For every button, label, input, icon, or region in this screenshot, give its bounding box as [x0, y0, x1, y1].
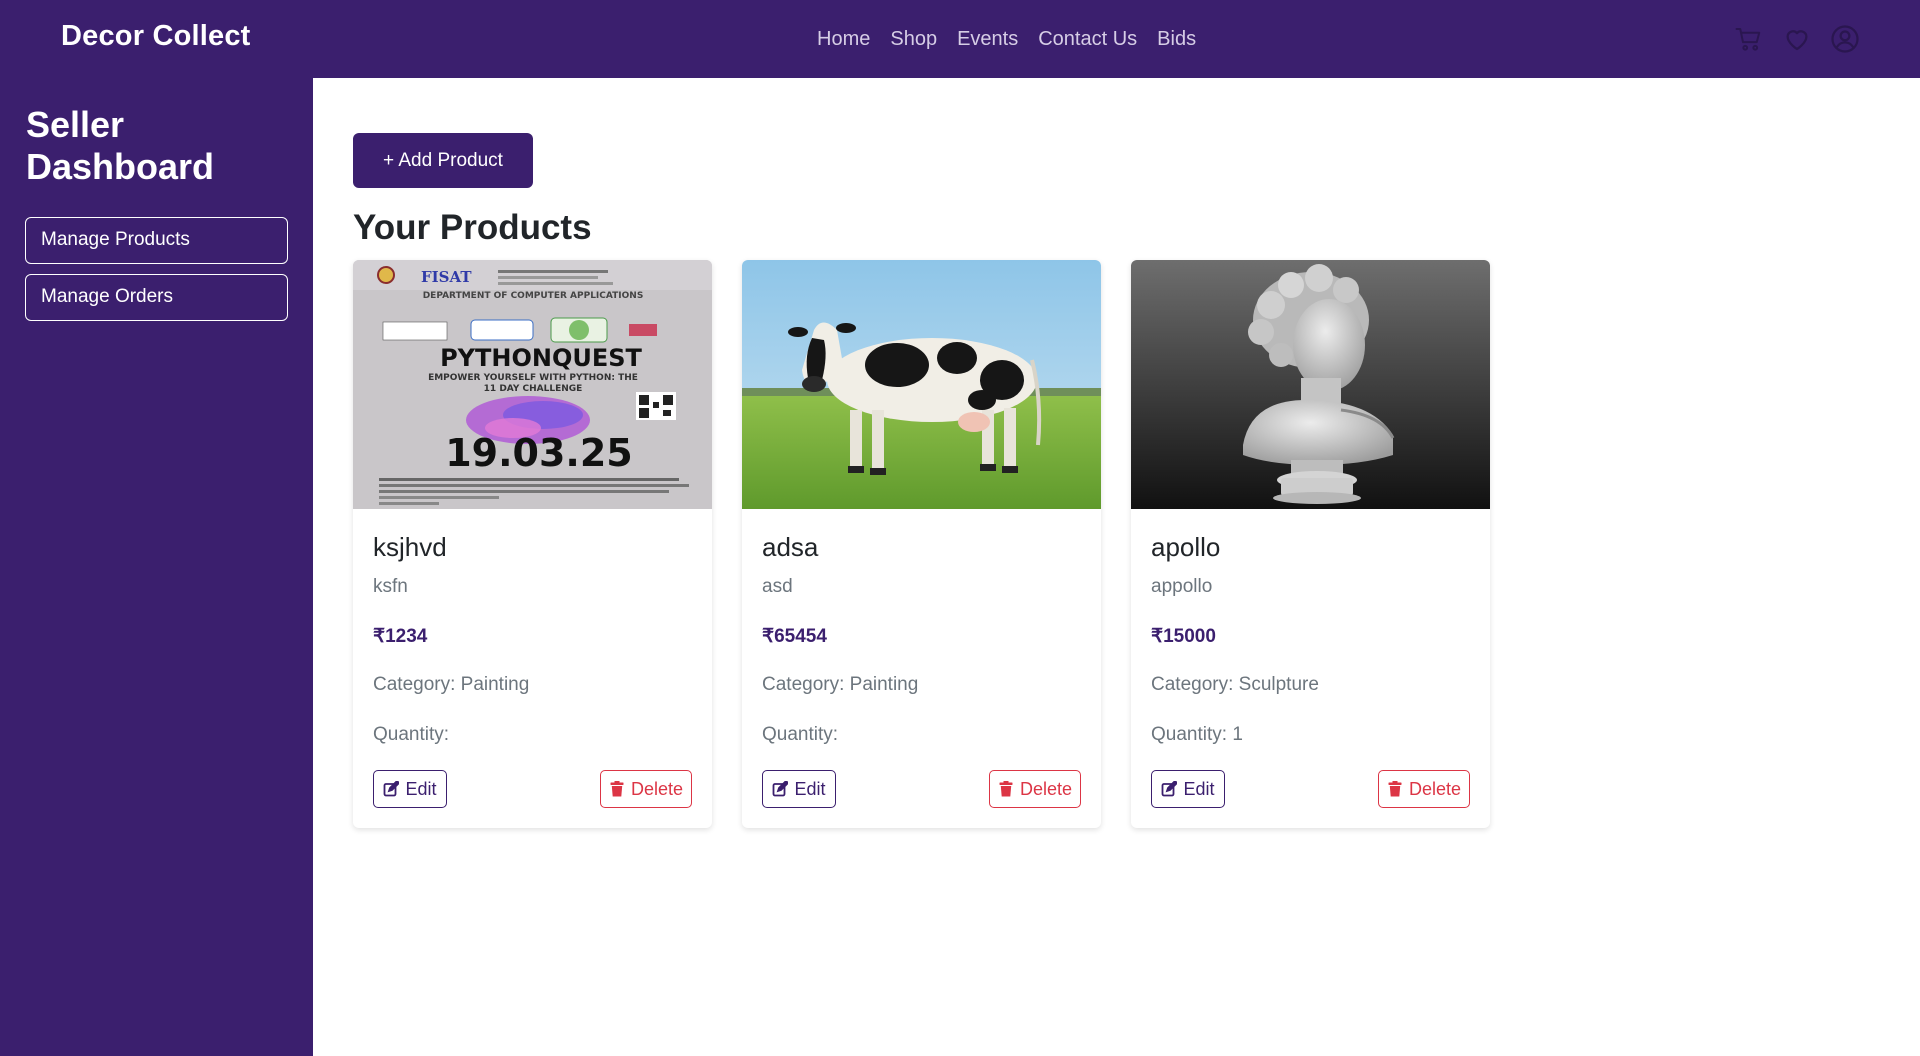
sidebar-item-manage-orders[interactable]: Manage Orders [25, 274, 288, 321]
product-card: apollo appollo ₹15000 Category: Sculptur… [1131, 260, 1490, 828]
edit-icon [1162, 781, 1178, 797]
product-quantity: Quantity: 1 [1151, 724, 1243, 745]
page-title: Your Products [353, 208, 592, 247]
delete-button[interactable]: Delete [989, 770, 1081, 808]
top-navbar: Decor Collect Home Shop Events Contact U… [0, 0, 1920, 78]
user-icon[interactable] [1830, 24, 1860, 54]
product-card: adsa asd ₹65454 Category: Painting Quant… [742, 260, 1101, 828]
product-price: ₹65454 [762, 626, 827, 647]
trash-icon [999, 781, 1013, 797]
poster-dept: DEPARTMENT OF COMPUTER APPLICATIONS [423, 291, 644, 301]
nav-events[interactable]: Events [957, 28, 1018, 51]
delete-button[interactable]: Delete [600, 770, 692, 808]
edit-button[interactable]: Edit [1151, 770, 1225, 808]
nav-shop[interactable]: Shop [890, 28, 937, 51]
add-product-button[interactable]: + Add Product [353, 133, 533, 188]
edit-icon [773, 781, 789, 797]
edit-button[interactable]: Edit [373, 770, 447, 808]
poster-org: FISAT [421, 268, 472, 286]
product-description: appollo [1151, 576, 1213, 597]
poster-subtitle: EMPOWER YOURSELF WITH PYTHON: THE [428, 373, 638, 383]
product-image-poster: FISAT DEPARTMENT OF COMPUTER APPLICATION… [353, 260, 712, 509]
heart-icon[interactable] [1782, 24, 1812, 54]
edit-label: Edit [794, 778, 826, 799]
delete-label: Delete [1019, 778, 1073, 799]
trash-icon [1388, 781, 1402, 797]
delete-label: Delete [630, 778, 684, 799]
product-quantity: Quantity: [373, 724, 450, 745]
product-description: ksfn [373, 576, 408, 597]
product-category: Category: Painting [373, 674, 530, 695]
nav-contact-us[interactable]: Contact Us [1038, 28, 1137, 51]
delete-label: Delete [1408, 778, 1462, 799]
sidebar: Seller Dashboard Manage Products Manage … [0, 78, 313, 1056]
product-image-bust [1131, 260, 1490, 509]
edit-label: Edit [405, 778, 437, 799]
poster-subtitle-2: 11 DAY CHALLENGE [484, 384, 583, 394]
nav-bids[interactable]: Bids [1157, 28, 1196, 51]
sidebar-title: Seller Dashboard [26, 104, 215, 187]
cart-icon[interactable] [1734, 24, 1764, 54]
edit-label: Edit [1183, 778, 1215, 799]
product-name: apollo [1151, 532, 1221, 562]
product-price: ₹1234 [373, 626, 428, 647]
product-image-cow [742, 260, 1101, 509]
product-category: Category: Painting [762, 674, 919, 695]
header-icons [1734, 24, 1860, 54]
product-name: ksjhvd [373, 532, 447, 562]
poster-date: 19.03.25 [445, 431, 633, 475]
product-name: adsa [762, 532, 819, 562]
product-description: asd [762, 576, 793, 597]
delete-button[interactable]: Delete [1378, 770, 1470, 808]
sidebar-item-manage-products[interactable]: Manage Products [25, 217, 288, 264]
trash-icon [610, 781, 624, 797]
product-price: ₹15000 [1151, 626, 1216, 647]
brand-logo[interactable]: Decor Collect [61, 20, 251, 53]
product-card: FISAT DEPARTMENT OF COMPUTER APPLICATION… [353, 260, 712, 828]
edit-icon [384, 781, 400, 797]
nav-home[interactable]: Home [817, 28, 870, 51]
poster-title: PYTHONQUEST [440, 344, 642, 372]
product-category: Category: Sculpture [1151, 674, 1319, 695]
product-quantity: Quantity: [762, 724, 839, 745]
main-nav: Home Shop Events Contact Us Bids [817, 28, 1196, 51]
edit-button[interactable]: Edit [762, 770, 836, 808]
